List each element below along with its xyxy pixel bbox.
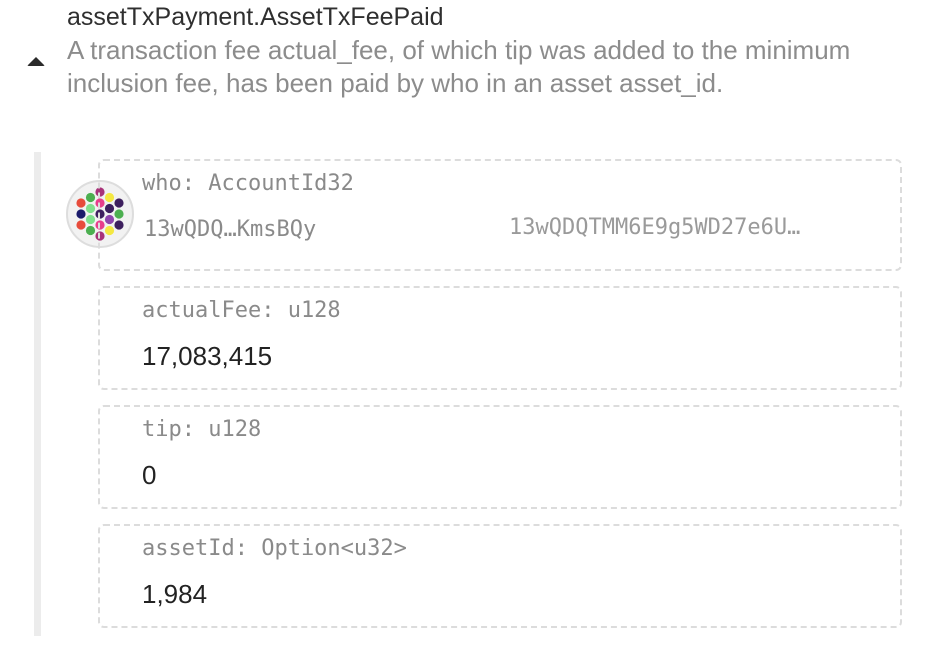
collapse-toggle-icon[interactable]: [27, 57, 45, 66]
param-tip-label: tip: u128: [142, 417, 262, 442]
params-rail: [34, 152, 41, 636]
param-who-label: who: AccountId32: [142, 171, 354, 196]
account-address-full[interactable]: 13wQDQTMM6E9g5WD27e6U…: [509, 215, 800, 240]
event-title: assetTxPayment.AssetTxFeePaid: [67, 3, 444, 31]
param-asset-id: assetId: Option<u32> 1,984: [98, 524, 902, 628]
account-address-short[interactable]: 13wQDQ…KmsBQy: [144, 217, 316, 242]
param-tip-value: 0: [142, 460, 157, 490]
param-who: who: AccountId32 13wQDQ…KmsBQy 13wQDQTMM…: [98, 159, 902, 271]
param-actual-fee-label: actualFee: u128: [142, 298, 341, 323]
param-asset-id-value: 1,984: [142, 579, 208, 609]
param-asset-id-label: assetId: Option<u32>: [142, 536, 407, 561]
param-tip: tip: u128 0: [98, 405, 902, 509]
param-actual-fee: actualFee: u128 17,083,415: [98, 286, 902, 390]
event-description: A transaction fee actual_fee, of which t…: [67, 35, 851, 98]
param-actual-fee-value: 17,083,415: [142, 341, 273, 371]
